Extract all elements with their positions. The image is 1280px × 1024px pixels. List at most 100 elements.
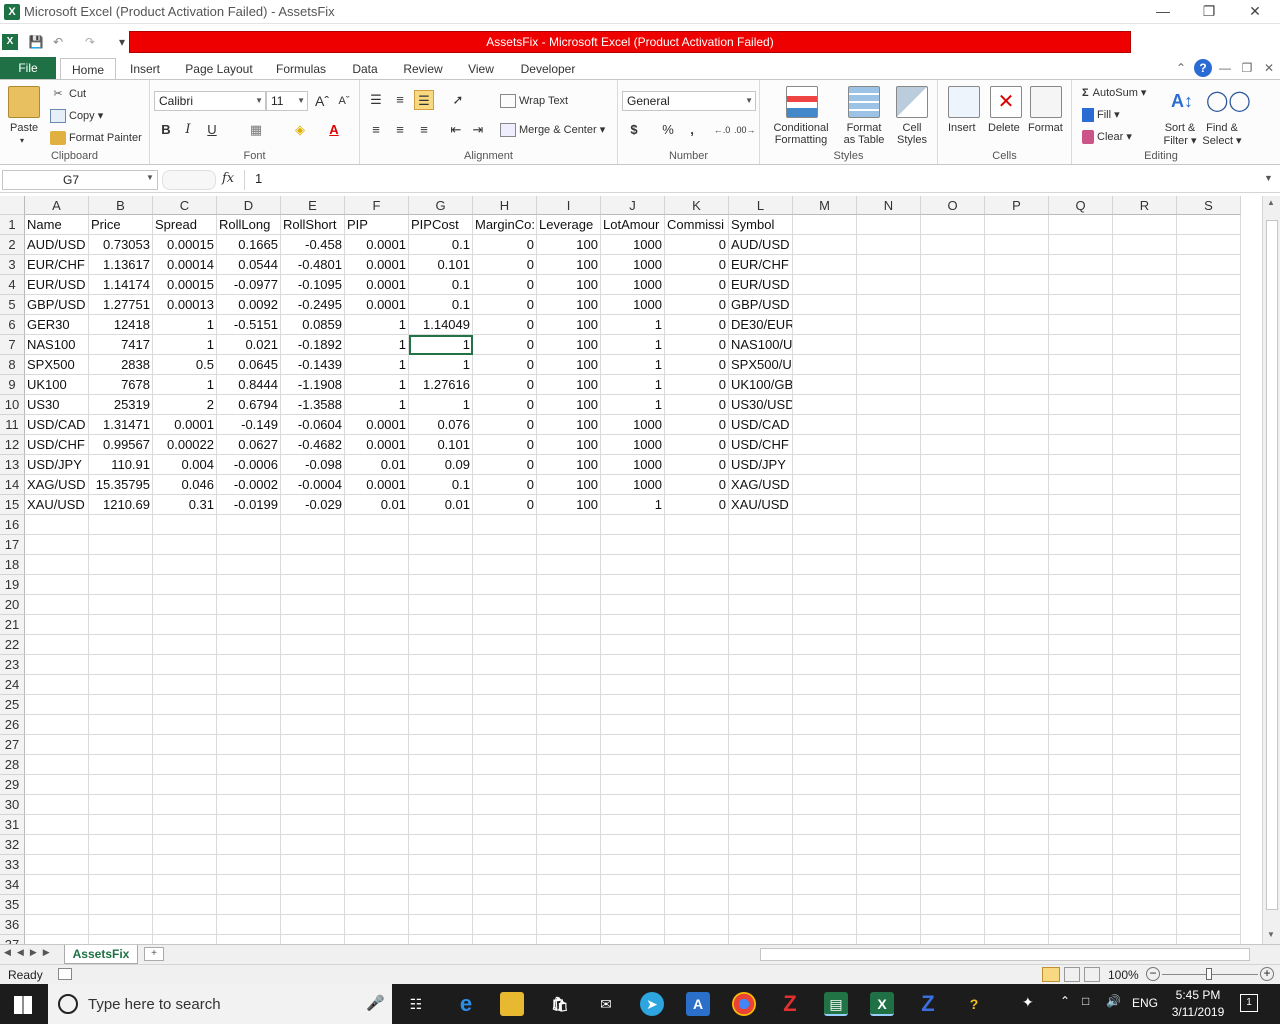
cell[interactable]: USD/CAD [25, 415, 89, 435]
cell[interactable] [409, 775, 473, 795]
cell[interactable]: Commissi [665, 215, 729, 235]
cell[interactable] [793, 895, 857, 915]
cell[interactable] [1177, 515, 1241, 535]
cell[interactable] [601, 875, 665, 895]
cell[interactable] [89, 595, 153, 615]
cell[interactable] [729, 535, 793, 555]
cell[interactable] [281, 715, 345, 735]
cell[interactable]: 15.35795 [89, 475, 153, 495]
cell[interactable] [1113, 255, 1177, 275]
cell[interactable]: USD/CAD [729, 415, 793, 435]
cell[interactable] [409, 635, 473, 655]
cell[interactable]: EUR/USD [729, 275, 793, 295]
excel-small-icon[interactable]: X [2, 34, 18, 50]
cell[interactable] [153, 855, 217, 875]
cell[interactable] [793, 475, 857, 495]
cell[interactable] [473, 815, 537, 835]
cell[interactable] [345, 615, 409, 635]
cell[interactable]: 0.101 [409, 255, 473, 275]
cell[interactable] [153, 635, 217, 655]
app-a-icon[interactable]: A [686, 992, 710, 1016]
align-middle-icon[interactable]: ≡ [390, 90, 410, 110]
minimize-button[interactable]: — [1140, 0, 1186, 24]
cell[interactable]: 100 [537, 295, 601, 315]
column-header[interactable]: O [921, 196, 985, 215]
cell[interactable] [921, 395, 985, 415]
cell[interactable] [1113, 655, 1177, 675]
cell[interactable]: 1 [345, 375, 409, 395]
cell[interactable]: 0.1 [409, 275, 473, 295]
cell[interactable] [921, 455, 985, 475]
cell[interactable] [985, 695, 1049, 715]
cell[interactable] [153, 655, 217, 675]
clock-time[interactable]: 5:45 PM [1168, 988, 1228, 1002]
cell[interactable]: Symbol [729, 215, 793, 235]
cell[interactable] [793, 735, 857, 755]
cell[interactable] [1049, 915, 1113, 935]
cell[interactable] [537, 755, 601, 775]
cell[interactable] [537, 595, 601, 615]
cell[interactable] [153, 755, 217, 775]
cell[interactable] [857, 775, 921, 795]
cell[interactable] [985, 755, 1049, 775]
cell[interactable] [857, 575, 921, 595]
column-header[interactable]: D [217, 196, 281, 215]
cell[interactable] [857, 875, 921, 895]
cell[interactable] [1113, 555, 1177, 575]
cell[interactable] [345, 855, 409, 875]
scroll-up-icon[interactable]: ▲ [1267, 198, 1275, 207]
find-select-button[interactable]: Find & Select ▾ [1202, 122, 1242, 147]
cell[interactable]: 0 [665, 235, 729, 255]
cell[interactable] [89, 895, 153, 915]
cell[interactable] [473, 695, 537, 715]
cell[interactable]: 0 [473, 255, 537, 275]
cell[interactable] [601, 935, 665, 944]
cell[interactable]: 0 [473, 335, 537, 355]
cell[interactable]: -0.0004 [281, 475, 345, 495]
cell[interactable] [473, 795, 537, 815]
cell[interactable] [1049, 435, 1113, 455]
cell[interactable] [665, 835, 729, 855]
cell[interactable] [793, 855, 857, 875]
cell[interactable] [1177, 295, 1241, 315]
align-top-icon[interactable]: ☰ [366, 90, 386, 110]
cell[interactable] [665, 935, 729, 944]
cell[interactable]: 0.00022 [153, 435, 217, 455]
cell[interactable] [665, 635, 729, 655]
cell[interactable]: 1 [153, 315, 217, 335]
cell[interactable]: 0.73053 [89, 235, 153, 255]
cell[interactable] [1177, 335, 1241, 355]
cell[interactable] [281, 535, 345, 555]
cell[interactable] [857, 735, 921, 755]
row-header[interactable]: 22 [0, 635, 25, 655]
cell[interactable] [217, 695, 281, 715]
cell[interactable]: 0.0001 [345, 255, 409, 275]
column-header[interactable]: E [281, 196, 345, 215]
row-header[interactable]: 8 [0, 355, 25, 375]
row-header[interactable]: 15 [0, 495, 25, 515]
cell[interactable] [793, 815, 857, 835]
column-header[interactable]: M [793, 196, 857, 215]
cell[interactable] [921, 575, 985, 595]
cell[interactable] [473, 635, 537, 655]
cell[interactable] [793, 595, 857, 615]
cell[interactable] [1049, 475, 1113, 495]
cell[interactable] [153, 515, 217, 535]
cell[interactable]: 0.5 [153, 355, 217, 375]
cell[interactable]: 100 [537, 495, 601, 515]
cell[interactable] [473, 575, 537, 595]
cell[interactable] [25, 535, 89, 555]
cell[interactable] [1177, 795, 1241, 815]
cell[interactable] [1049, 515, 1113, 535]
cell[interactable] [537, 835, 601, 855]
cell[interactable] [153, 715, 217, 735]
page-break-view-icon[interactable] [1084, 967, 1100, 982]
column-header[interactable]: J [601, 196, 665, 215]
cell[interactable] [729, 775, 793, 795]
row-header[interactable]: 32 [0, 835, 25, 855]
cell[interactable] [857, 895, 921, 915]
cell[interactable] [729, 795, 793, 815]
cell[interactable] [921, 735, 985, 755]
cell[interactable]: 0.01 [345, 455, 409, 475]
cell[interactable]: 1 [345, 355, 409, 375]
